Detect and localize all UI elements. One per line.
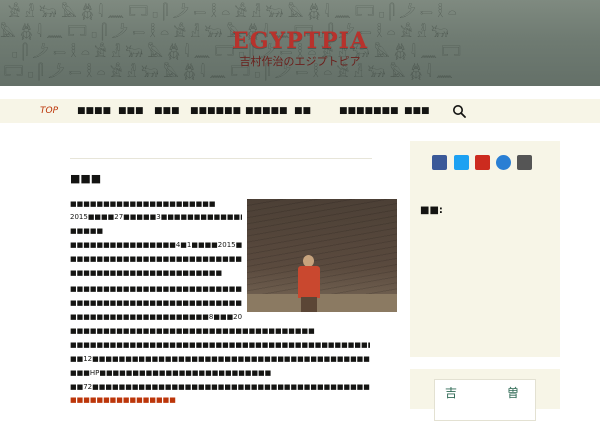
sidebar-widget-banner: 吉 曽	[410, 369, 560, 421]
search-icon[interactable]	[452, 104, 466, 118]
paragraph: ■■■■■■■■■■■■■■■■■■■■■■■	[70, 269, 223, 277]
paragraph: 2015■■■■27■■■■■3■■■■■■■■■■■■■■■■■■■■■■■■…	[70, 213, 242, 221]
header-banner[interactable]: 𓀀 𓁐 𓃒 𓅓 𓆣 𓇋 𓈖 𓉐 𓊪 𓋴 𓌳 𓍿 𓎛 𓏏 𓀀 𓁐 𓃒 𓅓 𓆣 𓇋 …	[0, 0, 600, 86]
nav-item-2[interactable]: ■■■	[118, 99, 144, 123]
youtube-icon[interactable]	[475, 155, 490, 170]
nav-item-4[interactable]: ■■■■■■	[190, 99, 241, 123]
nav-item-7[interactable]: ■■■■■■■	[339, 99, 399, 123]
paragraph: ■■■■■■■■■■■■■■■■4■1■■■■2015■■■■■■■■■■■■■…	[70, 241, 242, 249]
niconico-icon[interactable]	[517, 155, 532, 170]
nav-item-8[interactable]: ■■■	[404, 99, 430, 123]
banner-char-left: 吉	[445, 386, 458, 400]
person-legs	[301, 297, 317, 312]
ground	[247, 294, 397, 312]
paragraph: ■■■■■■■■■■■■■■■■■■■■■8■■■2023■■■■■■120■■…	[70, 313, 242, 321]
pyramid-photo	[247, 199, 397, 312]
paragraph: ■■■■■■■■■■■■■■■■■■■■■■■■■■■■■■■■■■■■■	[70, 327, 315, 335]
hieroglyph-texture: 𓅓 𓆣 𓇋 𓈖 𓉐 𓊪 𓋴 𓌳 𓍿 𓎛 𓏏 𓀀 𓁐 𓃒 𓅓 𓆣 𓇋 𓈖 𓉐 𓊪 …	[0, 25, 449, 41]
paragraph: ■■■■■■■■■■■■■■■■■■■■■■■■■■■■■■■■■■■■■■■■…	[70, 341, 370, 349]
paragraph: ■■■■■■■■■■■■■■■■■■■■■■■■■■■■■■■■■■■■■■■■…	[70, 255, 242, 263]
content-divider	[70, 158, 372, 159]
main-navigation: TOP ■■■■ ■■■ ■■■ ■■■■■■ ■■■■■ ■■ ■■■■■■■…	[0, 99, 600, 123]
page-title: ■■■	[70, 172, 102, 185]
nav-item-6[interactable]: ■■	[294, 99, 311, 123]
site-description: 吉村作治のエジプトピア	[239, 55, 361, 68]
book-banner[interactable]: 吉 曽	[434, 379, 536, 421]
paragraph: ■■■HP■■■■■■■■■■■■■■■■■■■■■■■■■■	[70, 369, 272, 377]
nav-item-top[interactable]: TOP	[40, 99, 58, 123]
person-body	[298, 266, 320, 298]
paragraph: ■■■■■■■■■■■■■■■■■■■■■■■■■■■■■■■■■■■■■■■■…	[70, 285, 242, 293]
itunes-icon[interactable]	[496, 155, 511, 170]
hieroglyph-texture: 𓀀 𓁐 𓃒 𓅓 𓆣 𓇋 𓈖 𓉐 𓊪 𓋴 𓌳 𓍿 𓎛 𓏏 𓀀 𓁐 𓃒 𓅓 𓆣 𓇋 …	[8, 5, 457, 21]
paragraph: ■■72■■■■■■■■■■■■■■■■■■■■■■■■■■■■■■■■■■■■…	[70, 383, 370, 391]
twitter-icon[interactable]	[454, 155, 469, 170]
paragraph-link[interactable]: ■■■■■■■■■■■■■■■■	[70, 395, 370, 405]
facebook-icon[interactable]	[432, 155, 447, 170]
paragraph: ■■12■■■■■■■■■■■■■■■■■■■■■■■■■■■■■■■■■■■■…	[70, 355, 370, 363]
nav-item-5[interactable]: ■■■■■	[245, 99, 288, 123]
nav-item-3[interactable]: ■■■	[154, 99, 180, 123]
nav-item-1[interactable]: ■■■■	[77, 99, 111, 123]
paragraph: ■■■■■■■■■■■■■■■■■■■■■■	[70, 200, 216, 208]
paragraph: ■■■■■■■■■■■■■■■■■■■■■■■■■■■■■■■■■■■■■■■■…	[70, 299, 242, 307]
banner-char-right: 曽	[507, 386, 520, 400]
paragraph: ■■■■■	[70, 227, 104, 235]
site-title[interactable]: EGYPTPIA	[229, 28, 371, 54]
widget-title: ■■:	[420, 205, 443, 216]
sidebar: ■■:	[410, 141, 560, 357]
